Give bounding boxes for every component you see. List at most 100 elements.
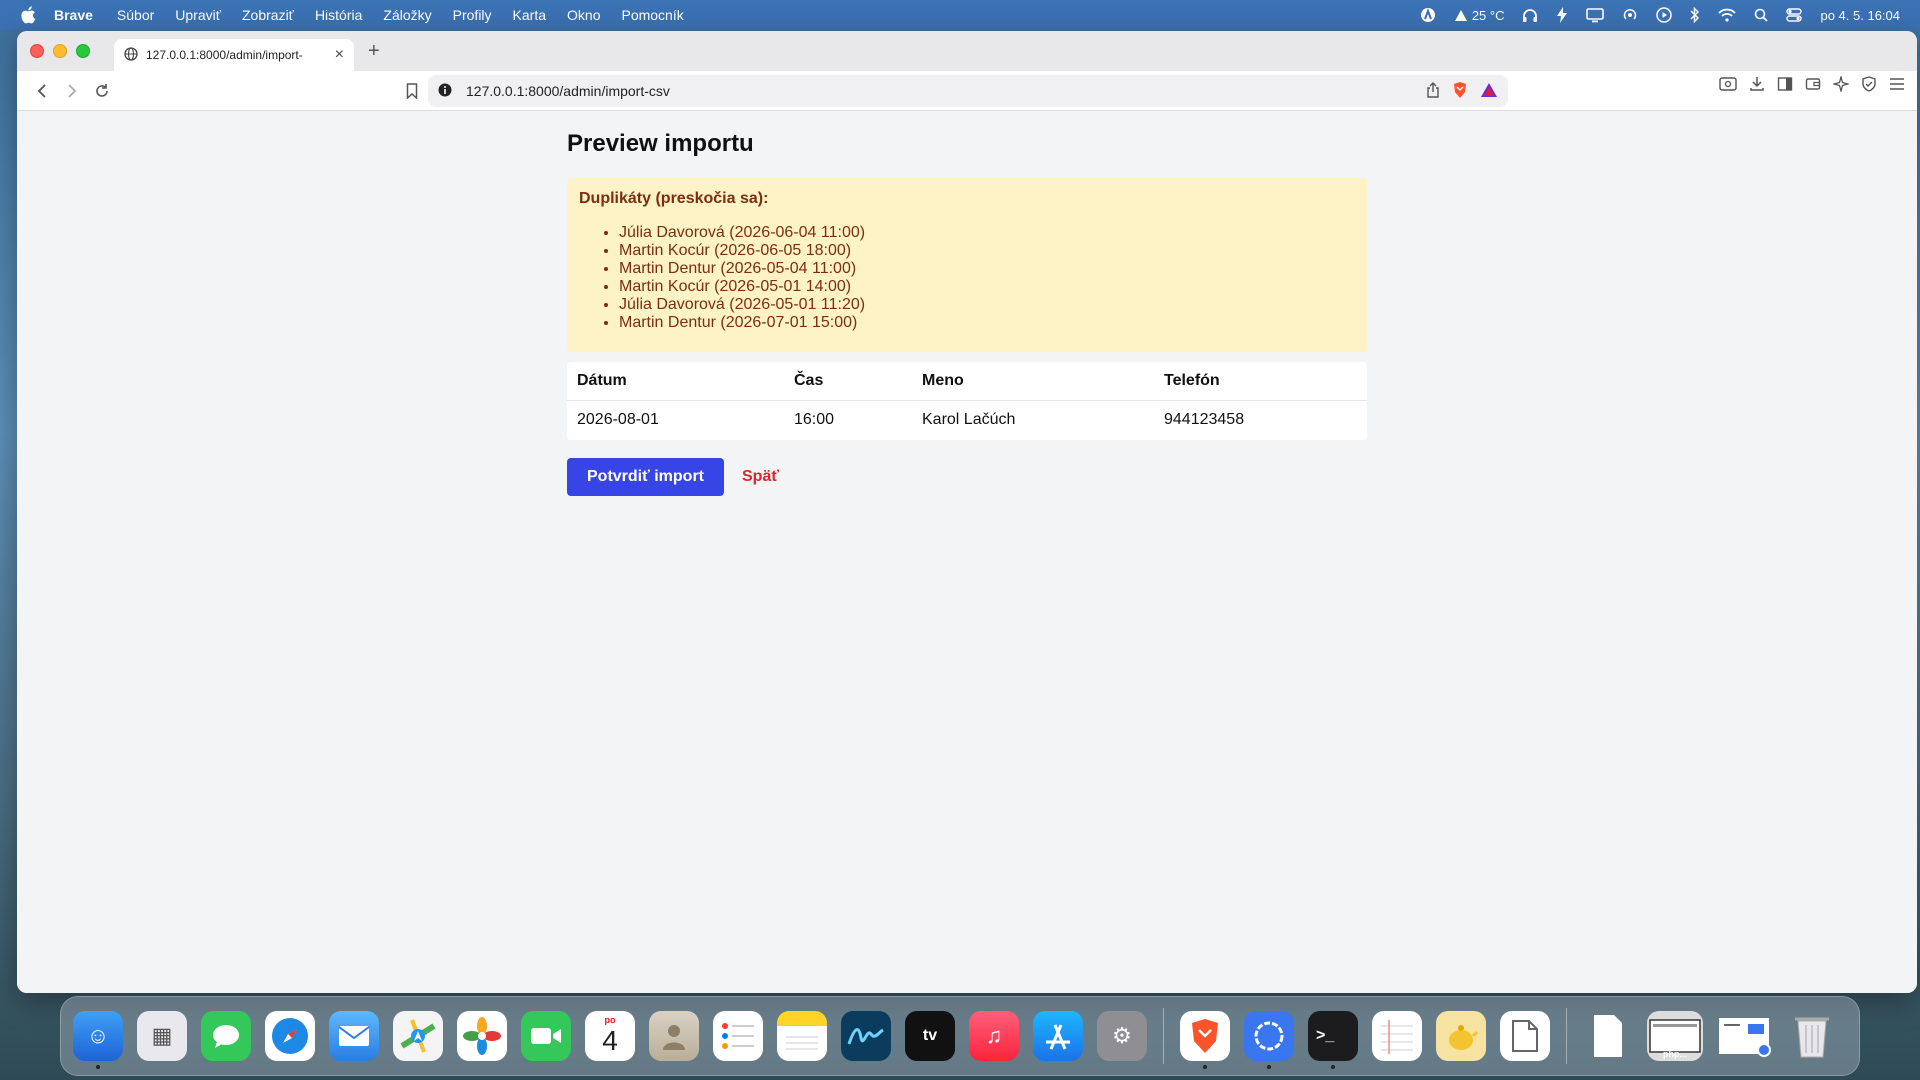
wifi-icon[interactable] bbox=[1718, 8, 1737, 22]
menu-zobrazit[interactable]: Zobraziť bbox=[242, 7, 294, 23]
facetime-icon[interactable] bbox=[521, 1011, 571, 1061]
menu-pomocnik[interactable]: Pomocník bbox=[621, 7, 683, 23]
menu-zalozky[interactable]: Záložky bbox=[383, 7, 431, 23]
reminders-icon[interactable] bbox=[713, 1011, 763, 1061]
list-item: Martin Kocúr (2026-06-05 18:00) bbox=[619, 242, 1355, 260]
running-indicator bbox=[1203, 1065, 1207, 1069]
header-cas: Čas bbox=[784, 362, 912, 401]
brave-shields-icon[interactable] bbox=[1452, 81, 1468, 102]
brave-rewards-icon[interactable] bbox=[1480, 82, 1498, 101]
teapot-app-icon[interactable] bbox=[1436, 1011, 1486, 1061]
menu-historia[interactable]: História bbox=[315, 7, 362, 23]
screenshot-icon[interactable] bbox=[1719, 76, 1737, 97]
weather-temp: 25 °C bbox=[1471, 7, 1505, 23]
back-link[interactable]: Späť bbox=[742, 468, 779, 486]
textedit-icon[interactable] bbox=[1372, 1011, 1422, 1061]
weather-status[interactable]: 25 °C bbox=[1454, 7, 1505, 23]
wallet-icon[interactable] bbox=[1805, 76, 1821, 97]
window-thumbnail-finder[interactable] bbox=[1717, 1011, 1773, 1061]
duplicates-heading: Duplikáty (preskočia sa): bbox=[579, 190, 769, 207]
list-item: Júlia Davorová (2026-06-04 11:00) bbox=[619, 224, 1355, 242]
menu-karta[interactable]: Karta bbox=[513, 7, 546, 23]
app-store-icon[interactable] bbox=[1033, 1011, 1083, 1061]
lightning-icon[interactable] bbox=[1556, 7, 1568, 23]
list-item: Martin Dentur (2026-07-01 15:00) bbox=[619, 314, 1355, 332]
running-indicator bbox=[1267, 1065, 1271, 1069]
photos-icon[interactable] bbox=[457, 1011, 507, 1061]
header-telefon: Telefón bbox=[1154, 362, 1367, 401]
tab-close-icon[interactable]: × bbox=[335, 46, 344, 64]
hamburger-menu-icon[interactable] bbox=[1889, 77, 1905, 96]
apple-tv-icon[interactable]: tv bbox=[905, 1011, 955, 1061]
calendar-date: 4 bbox=[602, 1025, 618, 1056]
calendar-icon[interactable]: po 4 bbox=[585, 1011, 635, 1061]
terminal-icon[interactable]: >_ bbox=[1308, 1011, 1358, 1069]
forward-button[interactable] bbox=[57, 76, 87, 106]
tab-import-csv[interactable]: 127.0.0.1:8000/admin/import- × bbox=[114, 39, 354, 71]
downloads-stack-icon[interactable] bbox=[1583, 1011, 1633, 1061]
maps-icon[interactable] bbox=[393, 1011, 443, 1061]
status-a-icon[interactable] bbox=[1420, 7, 1436, 23]
display-icon[interactable] bbox=[1586, 7, 1605, 23]
mail-icon[interactable] bbox=[329, 1011, 379, 1061]
vpn-shield-icon[interactable] bbox=[1861, 76, 1877, 97]
cell-meno: Karol Lačúch bbox=[922, 411, 1016, 428]
airdrop-icon[interactable] bbox=[1622, 7, 1638, 23]
headphones-icon[interactable] bbox=[1522, 8, 1538, 23]
tab-title: 127.0.0.1:8000/admin/import- bbox=[146, 48, 303, 62]
control-center-icon[interactable] bbox=[1786, 8, 1803, 22]
freeform-icon[interactable] bbox=[841, 1011, 891, 1061]
menu-profily[interactable]: Profily bbox=[453, 7, 492, 23]
menu-upravit[interactable]: Upraviť bbox=[175, 7, 221, 23]
play-icon[interactable] bbox=[1656, 7, 1673, 23]
contacts-icon[interactable] bbox=[649, 1011, 699, 1061]
menu-okno[interactable]: Okno bbox=[567, 7, 600, 23]
table-row: 2026-08-01 16:00 Karol Lačúch 944123458 bbox=[567, 401, 1367, 441]
messages-icon[interactable] bbox=[201, 1011, 251, 1061]
bluetooth-icon[interactable] bbox=[1690, 7, 1700, 23]
form-actions: Potvrdiť import Späť bbox=[567, 458, 1367, 496]
signal-icon[interactable] bbox=[1244, 1011, 1294, 1069]
close-window-button[interactable] bbox=[30, 44, 44, 58]
url-text[interactable]: 127.0.0.1:8000/admin/import-csv bbox=[466, 83, 670, 99]
toolbar-right bbox=[1719, 74, 1905, 97]
address-bar[interactable]: 127.0.0.1:8000/admin/import-csv bbox=[428, 75, 1508, 107]
tab-bar: 127.0.0.1:8000/admin/import- × + bbox=[17, 31, 1917, 71]
download-icon[interactable] bbox=[1749, 76, 1765, 97]
search-icon[interactable] bbox=[1754, 8, 1769, 22]
list-item: Martin Kocúr (2026-05-01 14:00) bbox=[619, 278, 1355, 296]
page-viewport: Preview importu Duplikáty (preskočia sa)… bbox=[17, 111, 1917, 993]
minimize-window-button[interactable] bbox=[53, 44, 67, 58]
clock[interactable]: po 4. 5. 16:04 bbox=[1820, 8, 1900, 23]
confirm-import-button[interactable]: Potvrdiť import bbox=[567, 458, 724, 496]
duplicates-list: Júlia Davorová (2026-06-04 11:00) Martin… bbox=[619, 224, 1355, 332]
menu-app-name[interactable]: Brave bbox=[54, 7, 93, 23]
trash-icon[interactable] bbox=[1787, 1011, 1837, 1061]
preview-document-icon[interactable] bbox=[1500, 1011, 1550, 1061]
window-thumbnail-php[interactable]: php... bbox=[1647, 1011, 1703, 1061]
launchpad-icon[interactable]: ▦ bbox=[137, 1011, 187, 1061]
reload-button[interactable] bbox=[87, 76, 117, 106]
new-tab-button[interactable]: + bbox=[368, 40, 380, 63]
page-title: Preview importu bbox=[567, 130, 754, 157]
site-info-icon[interactable] bbox=[438, 83, 452, 100]
brave-icon[interactable] bbox=[1180, 1011, 1230, 1069]
leo-ai-icon[interactable] bbox=[1831, 74, 1851, 97]
menu-subor[interactable]: Súbor bbox=[117, 7, 154, 23]
zoom-window-button[interactable] bbox=[76, 44, 90, 58]
cell-cas: 16:00 bbox=[794, 411, 835, 428]
main-content: Preview importu Duplikáty (preskočia sa)… bbox=[567, 111, 1367, 496]
apple-icon[interactable] bbox=[18, 5, 38, 25]
bookmark-icon[interactable] bbox=[397, 76, 427, 106]
sidebar-icon[interactable] bbox=[1777, 76, 1793, 97]
music-icon[interactable]: ♫ bbox=[969, 1011, 1019, 1061]
notes-icon[interactable] bbox=[777, 1011, 827, 1061]
finder-icon[interactable]: ☺ bbox=[73, 1011, 123, 1069]
back-button[interactable] bbox=[27, 76, 57, 106]
cell-telefon: 944123458 bbox=[1164, 411, 1245, 428]
safari-icon[interactable] bbox=[265, 1011, 315, 1061]
calendar-weekday: po bbox=[604, 1015, 616, 1025]
system-settings-icon[interactable]: ⚙ bbox=[1097, 1011, 1147, 1061]
share-icon[interactable] bbox=[1426, 81, 1440, 101]
running-indicator bbox=[96, 1065, 100, 1069]
